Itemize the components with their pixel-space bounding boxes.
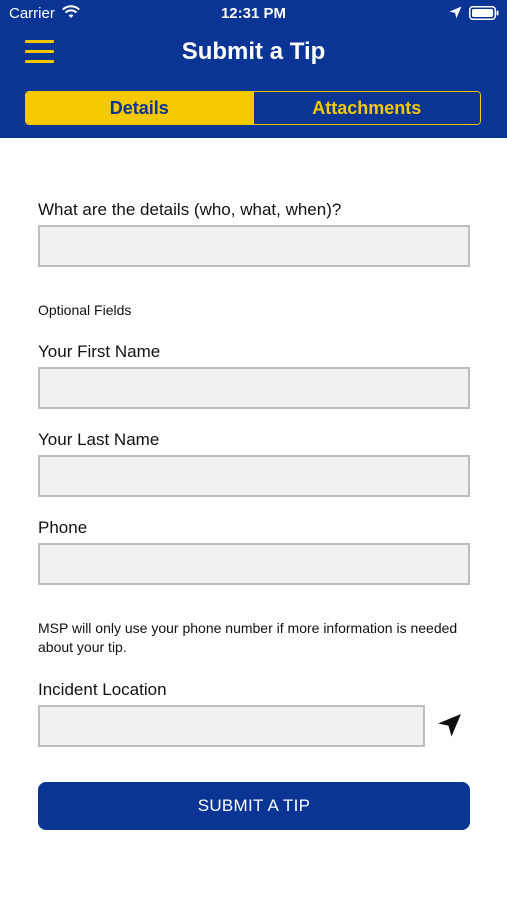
phone-note: MSP will only use your phone number if m… [38,620,458,655]
page-title: Submit a Tip [181,38,326,65]
app-header: Carrier 12:31 PM Submit a Tip Details At… [0,0,507,138]
phone-label: Phone [38,518,88,537]
location-arrow-icon [449,6,462,19]
status-bar: Carrier 12:31 PM [0,0,507,28]
submit-tip-button[interactable]: SUBMIT A TIP [38,782,470,830]
details-field[interactable] [38,225,470,267]
details-label: What are the details (who, what, when)? [38,200,342,219]
tab-switcher: Details Attachments [25,91,481,125]
tab-attachments[interactable]: Attachments [252,92,480,124]
incident-location-label: Incident Location [38,680,167,699]
incident-location-field[interactable] [38,705,425,747]
location-arrow-icon[interactable] [437,712,463,738]
first-name-field[interactable] [38,367,470,409]
tab-details[interactable]: Details [26,92,253,124]
first-name-label: Your First Name [38,342,161,361]
last-name-label: Your Last Name [38,430,160,449]
status-time: 12:31 PM [220,5,287,22]
last-name-field[interactable] [38,455,470,497]
phone-field[interactable] [38,543,470,585]
battery-icon [469,6,499,20]
optional-fields-heading: Optional Fields [38,302,132,318]
